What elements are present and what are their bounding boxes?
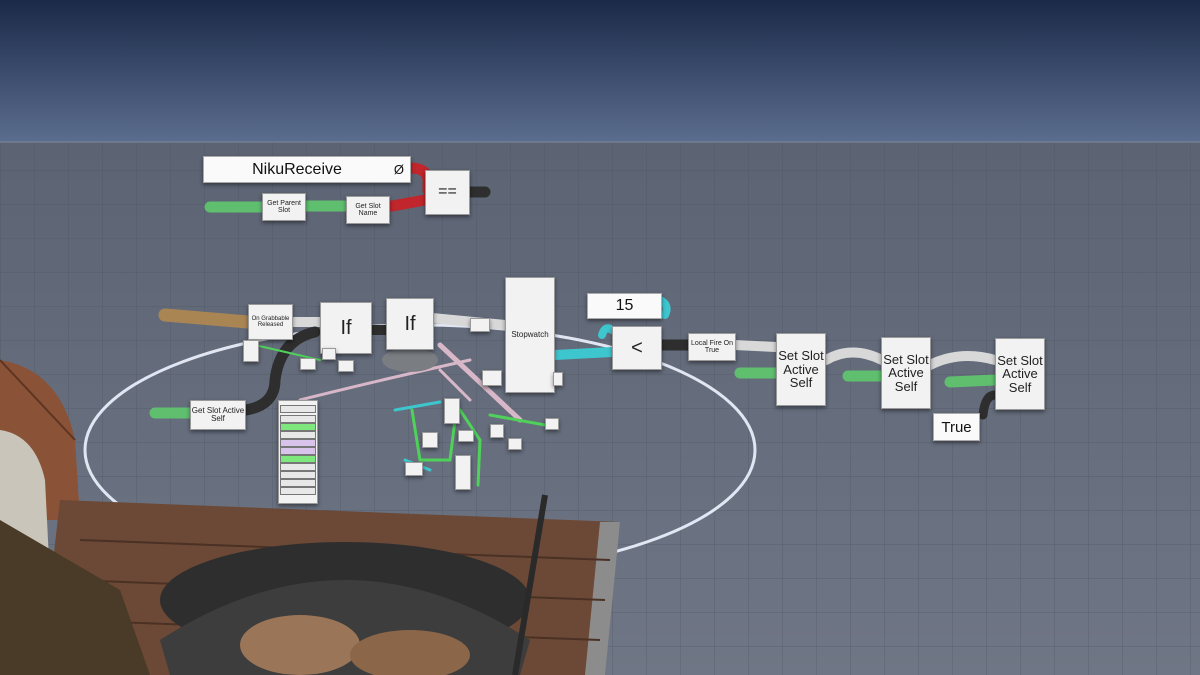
local-fire-on-true-node[interactable]: Local Fire On True	[688, 333, 736, 361]
stopwatch-node[interactable]: Stopwatch	[505, 277, 555, 393]
set-slot-active-self-2-label: Set Slot Active Self	[883, 351, 929, 394]
set-slot-active-self-node-1[interactable]: Set Slot Active Self	[776, 333, 826, 406]
list-chip[interactable]	[280, 405, 316, 413]
list-chip[interactable]	[280, 487, 316, 495]
get-slot-active-self-label: Get Slot Active Self	[191, 405, 245, 423]
small-node-i[interactable]	[458, 430, 474, 442]
null-button[interactable]: Ø	[394, 162, 404, 177]
small-node-g[interactable]	[444, 398, 460, 424]
small-node-m[interactable]	[455, 455, 471, 490]
equals-node[interactable]: ==	[425, 170, 470, 215]
small-node-c[interactable]	[322, 348, 336, 360]
list-chip[interactable]	[280, 431, 316, 439]
small-node-f[interactable]	[482, 370, 502, 386]
get-slot-name-node[interactable]: Get Slot Name	[346, 196, 390, 224]
less-than-node[interactable]: <	[612, 326, 662, 370]
small-node-e[interactable]	[470, 318, 490, 332]
if-2-label: If	[404, 312, 416, 335]
small-node-o[interactable]	[553, 372, 563, 386]
small-node-a[interactable]	[243, 340, 259, 362]
get-parent-slot-label: Get Parent Slot	[267, 199, 301, 214]
string-input-value: NikuReceive	[252, 160, 342, 178]
stopwatch-label: Stopwatch	[511, 329, 549, 339]
if-1-label: If	[340, 316, 352, 339]
list-chip[interactable]	[280, 471, 316, 479]
small-node-d[interactable]	[338, 360, 354, 372]
list-chip[interactable]	[280, 439, 316, 447]
list-chip[interactable]	[280, 447, 316, 455]
small-node-b[interactable]	[300, 358, 316, 370]
string-input[interactable]: NikuReceive Ø	[203, 156, 411, 183]
local-fire-on-true-label: Local Fire On True	[690, 339, 734, 354]
less-than-label: <	[631, 336, 643, 359]
number-input-value: 15	[615, 297, 634, 314]
get-parent-slot-node[interactable]: Get Parent Slot	[262, 193, 306, 221]
small-node-j[interactable]	[490, 424, 504, 438]
set-slot-active-self-node-2[interactable]: Set Slot Active Self	[881, 337, 931, 409]
get-slot-name-label: Get Slot Name	[355, 202, 381, 217]
small-node-n[interactable]	[405, 462, 423, 476]
on-grabbable-released-node[interactable]: On Grabbable Released	[248, 304, 293, 340]
list-chip[interactable]	[280, 415, 316, 423]
list-chip[interactable]	[280, 423, 316, 431]
on-grabbable-released-label: On Grabbable Released	[251, 315, 290, 328]
number-input[interactable]: 15	[587, 293, 662, 319]
list-panel[interactable]	[278, 400, 318, 504]
if-node-1[interactable]: If	[320, 302, 372, 354]
list-chip[interactable]	[280, 479, 316, 487]
list-chip[interactable]	[280, 455, 316, 463]
if-node-2[interactable]: If	[386, 298, 434, 350]
get-slot-active-self-node[interactable]: Get Slot Active Self	[190, 400, 246, 430]
list-chip[interactable]	[280, 463, 316, 471]
small-node-h[interactable]	[422, 432, 438, 448]
small-node-l[interactable]	[545, 418, 559, 430]
small-node-k[interactable]	[508, 438, 522, 450]
object-blob	[382, 348, 438, 372]
set-slot-active-self-3-label: Set Slot Active Self	[997, 352, 1043, 395]
true-value-label: True	[941, 418, 972, 436]
equals-label: ==	[438, 183, 457, 201]
set-slot-active-self-1-label: Set Slot Active Self	[778, 348, 824, 391]
true-value-input[interactable]: True	[933, 413, 980, 441]
set-slot-active-self-node-3[interactable]: Set Slot Active Self	[995, 338, 1045, 410]
